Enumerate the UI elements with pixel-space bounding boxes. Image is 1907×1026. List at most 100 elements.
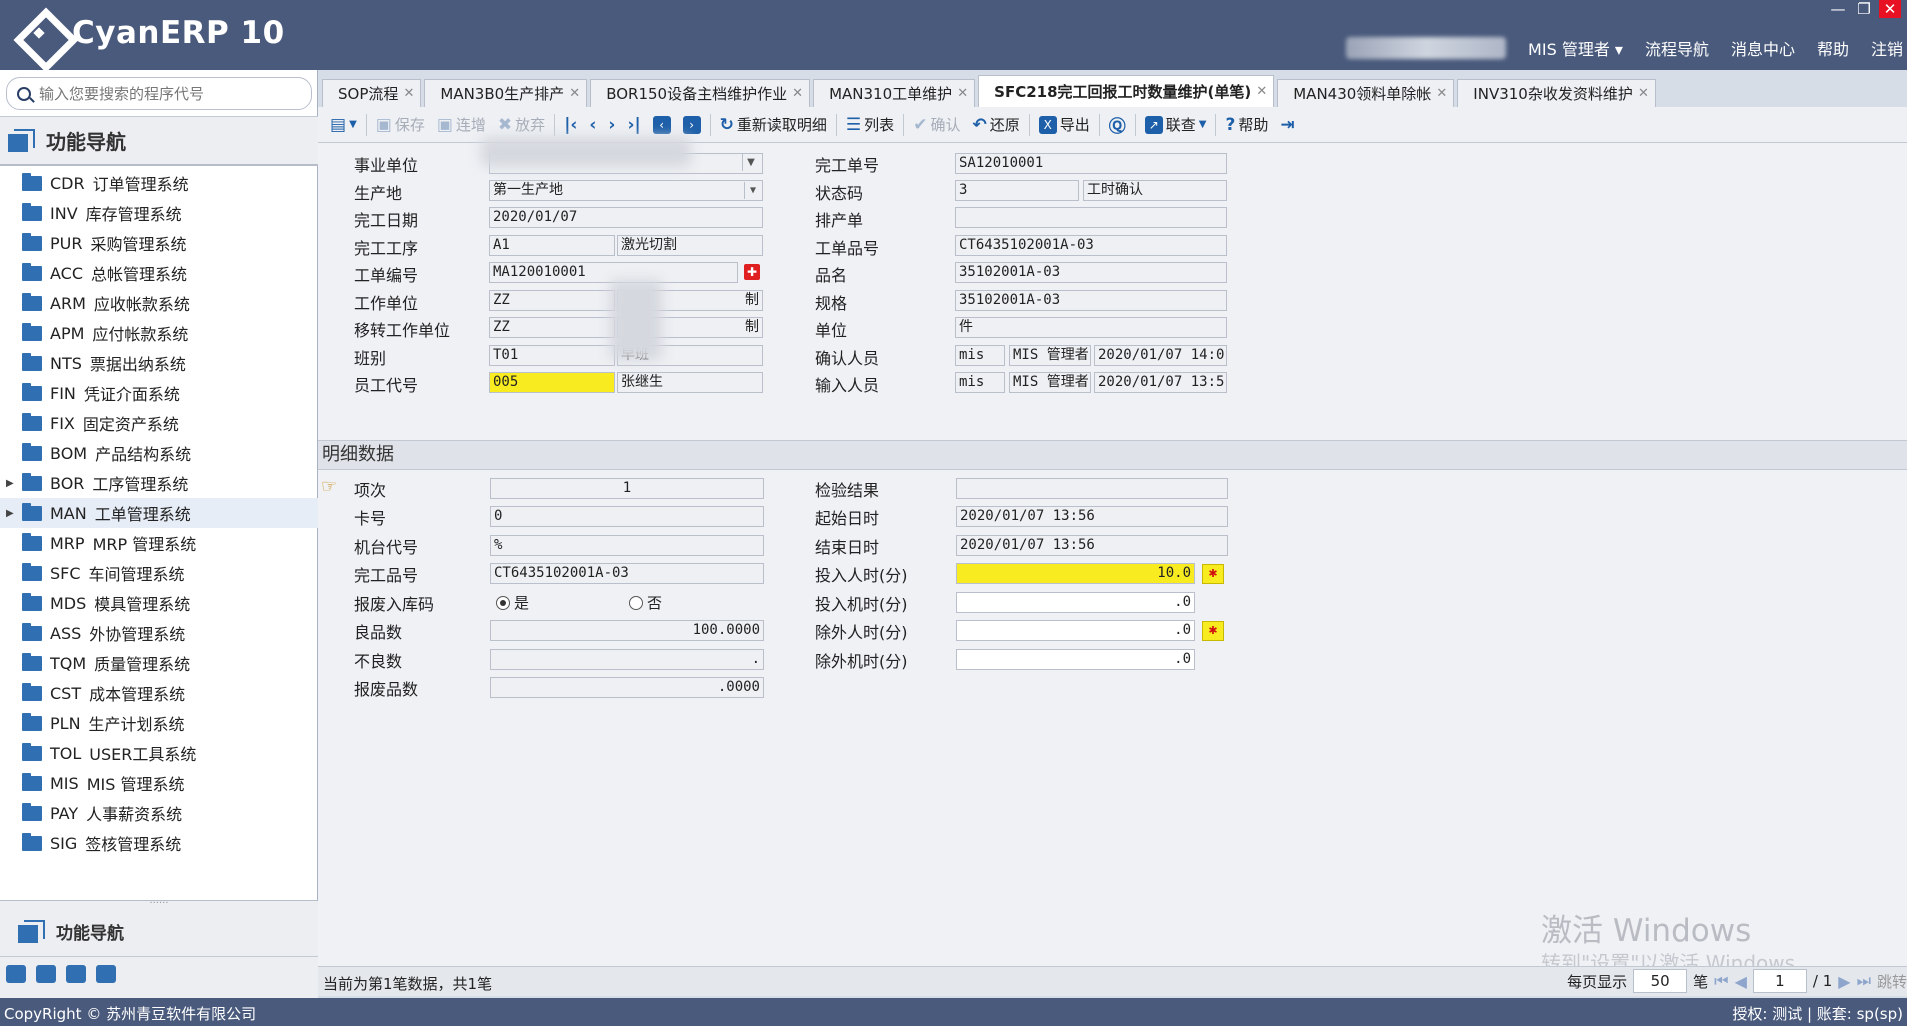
sidebar-item-apm[interactable]: APM 应付帐款系统 [0,318,318,348]
close-tab-icon[interactable]: ✕ [569,86,580,101]
sidebar-item-cdr[interactable]: CDR 订单管理系统 [0,168,318,198]
excl-man-hours-field[interactable]: .0 [956,620,1195,641]
page-input[interactable]: 1 [1752,969,1807,993]
folder-icon[interactable] [6,965,26,983]
prev-detail-button[interactable]: ‹ [647,111,677,139]
scrap-no-radio[interactable]: 否 [629,592,662,613]
close-tab-icon[interactable]: ✕ [1256,84,1267,99]
sidebar-item-tqm[interactable]: TQM 质量管理系统 [0,648,318,678]
save-button[interactable]: ▣ 保存 [370,111,431,139]
sidebar-item-sig[interactable]: SIG 签核管理系统 [0,828,318,858]
card-no-field[interactable]: 0 [490,506,764,527]
sidebar-item-pln[interactable]: PLN 生产计划系统 [0,708,318,738]
calculator-icon[interactable]: ✱ [1202,621,1224,641]
good-qty-field[interactable]: 100.0000 [490,620,764,641]
tab-4[interactable]: SFC218完工回报工时数量维护(单笔) ✕ [978,75,1275,107]
help-link[interactable]: 帮助 [1817,36,1849,60]
close-tab-icon[interactable]: ✕ [957,86,968,101]
sidebar-item-ass[interactable]: ASS 外协管理系统 [0,618,318,648]
tab-3[interactable]: MAN310工单维护 ✕ [813,79,976,107]
machine-code-field[interactable]: % [490,535,764,556]
sidebar-item-arm[interactable]: ARM 应收帐款系统 [0,288,318,318]
shift-code-field[interactable]: T01 [489,345,615,366]
scrap-yes-radio[interactable]: 是 [496,592,529,613]
message-center-link[interactable]: 消息中心 [1731,36,1795,60]
excl-machine-hours-field[interactable]: .0 [956,649,1195,670]
transfer-unit-code-field[interactable]: ZZ [489,317,615,338]
finish-process-code-field[interactable]: A1 [489,235,615,256]
close-button[interactable]: ✕ [1879,0,1901,18]
tab-0[interactable]: SOP流程 ✕ [322,79,422,107]
next-record-button[interactable]: › [602,111,621,139]
close-tab-icon[interactable]: ✕ [403,86,414,101]
tab-1[interactable]: MAN3B0生产排产 ✕ [424,79,588,107]
process-nav-link[interactable]: 流程导航 [1645,36,1709,60]
start-time-field[interactable]: 2020/01/07 13:56 [956,506,1228,527]
prev-record-button[interactable]: ‹ [583,111,602,139]
sidebar-item-man[interactable]: ▶ MAN 工单管理系统 [0,498,318,528]
expand-arrow-icon[interactable]: ▶ [6,478,14,489]
sidebar-item-mds[interactable]: MDS 模具管理系统 [0,588,318,618]
jump-button[interactable]: 跳转 [1877,971,1907,992]
calculator-icon[interactable]: ✱ [1202,564,1224,584]
minimize-button[interactable]: — [1827,0,1849,18]
sidebar-item-mis[interactable]: MIS MIS 管理系统 [0,768,318,798]
first-record-button[interactable]: |‹ [558,111,583,139]
linked-query-button[interactable]: ↗ 联查 ▼ [1139,111,1213,139]
chevron-down-icon[interactable]: ▼ [742,154,759,171]
input-man-hours-field[interactable]: 10.0 [956,563,1195,584]
query-button[interactable]: Ⓠ [1103,111,1132,139]
continue-add-button[interactable]: ▣ 连增 [431,111,492,139]
check-icon[interactable] [66,965,86,983]
next-page-icon[interactable]: ▶ [1838,972,1850,991]
input-machine-hours-field[interactable]: .0 [956,592,1195,613]
bottom-nav-tab[interactable]: 功能导航 [0,907,318,957]
close-tab-icon[interactable]: ✕ [792,86,803,101]
employee-code-field[interactable]: 005 [489,372,615,393]
expand-arrow-icon[interactable]: ▶ [6,508,14,519]
org-chart-icon[interactable] [36,965,56,983]
tab-5[interactable]: MAN430领料单除帐 ✕ [1277,79,1455,107]
print-button[interactable]: ▤ ▼ [324,111,363,139]
sidebar-item-cst[interactable]: CST 成本管理系统 [0,678,318,708]
list-button[interactable]: ☰ 列表 [840,111,900,139]
tab-6[interactable]: INV310杂收发资料维护 ✕ [1457,79,1656,107]
finish-date-field[interactable]: 2020/01/07 [489,207,763,228]
exit-button[interactable]: ⇥ [1274,111,1300,139]
close-tab-icon[interactable]: ✕ [1436,86,1447,101]
maximize-button[interactable]: ❐ [1853,0,1875,18]
sidebar-item-sfc[interactable]: SFC 车间管理系统 [0,558,318,588]
program-search-input[interactable]: 输入您要搜索的程序代号 [6,77,312,110]
sidebar-item-nts[interactable]: NTS 票据出纳系统 [0,348,318,378]
sidebar-item-tol[interactable]: TOL USER工具系统 [0,738,318,768]
end-time-field[interactable]: 2020/01/07 13:56 [956,535,1228,556]
logout-link[interactable]: 注销 [1871,36,1903,60]
chevron-down-icon[interactable]: ▼ [744,182,761,199]
last-page-icon[interactable]: ⏭ [1857,971,1871,991]
scrap-qty-field[interactable]: .0000 [490,677,764,698]
bad-qty-field[interactable]: . [490,649,764,670]
sidebar-item-inv[interactable]: INV 库存管理系统 [0,198,318,228]
discard-button[interactable]: ✖ 放弃 [492,111,551,139]
reload-detail-button[interactable]: ↻ 重新读取明细 [714,111,833,139]
tab-2[interactable]: BOR150设备主档维护作业 ✕ [590,79,811,107]
export-button[interactable]: X 导出 [1033,111,1096,139]
first-page-icon[interactable]: ⏮ [1714,971,1728,991]
next-detail-button[interactable]: › [677,111,707,139]
sidebar-item-acc[interactable]: ACC 总帐管理系统 [0,258,318,288]
confirm-button[interactable]: ✔ 确认 [907,111,966,139]
sidebar-item-pay[interactable]: PAY 人事薪资系统 [0,798,318,828]
plus-icon[interactable]: ✚ [744,264,760,280]
lock-icon[interactable] [96,965,116,983]
sidebar-item-bom[interactable]: BOM 产品结构系统 [0,438,318,468]
sidebar-item-fix[interactable]: FIX 固定资产系统 [0,408,318,438]
per-page-input[interactable]: 50 [1633,969,1688,993]
work-unit-code-field[interactable]: ZZ [489,290,615,311]
sidebar-item-pur[interactable]: PUR 采购管理系统 [0,228,318,258]
restore-button[interactable]: ↶ 还原 [966,111,1025,139]
user-menu[interactable]: MIS 管理者 ▾ [1528,36,1623,60]
help-button[interactable]: ? 帮助 [1219,111,1274,139]
production-site-select[interactable]: 第一生产地 ▼ [489,180,763,201]
sidebar-item-mrp[interactable]: MRP MRP 管理系统 [0,528,318,558]
prev-page-icon[interactable]: ◀ [1735,972,1747,991]
